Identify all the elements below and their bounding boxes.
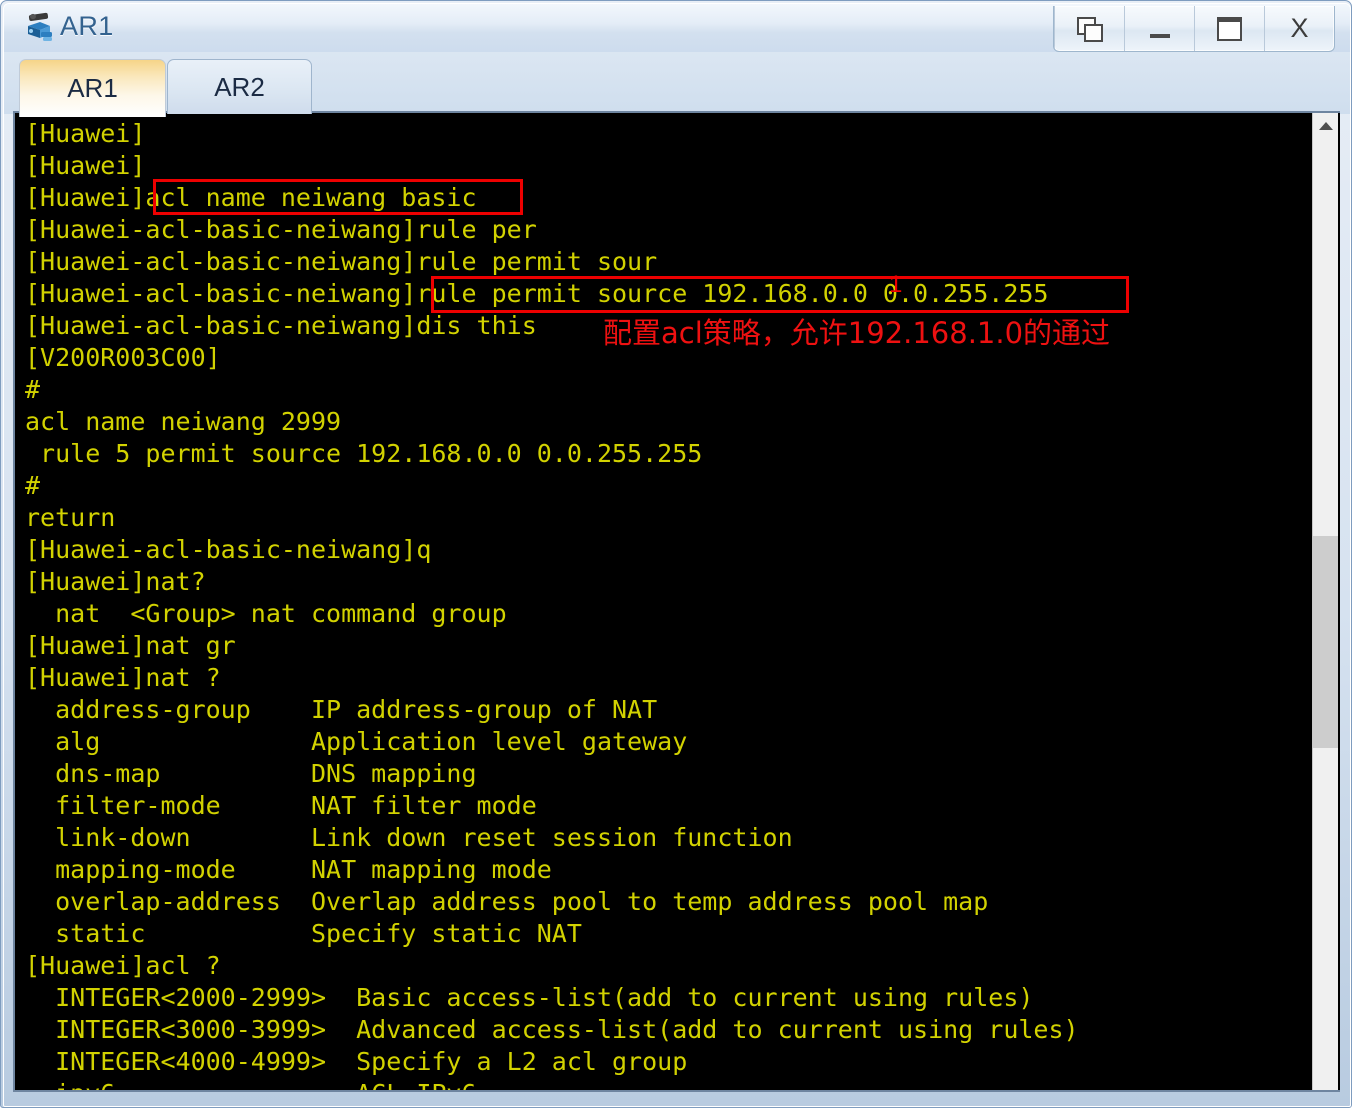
terminal-line: nat <Group> nat command group	[25, 599, 507, 628]
maximize-icon	[1217, 16, 1242, 41]
close-icon: X	[1290, 13, 1309, 43]
terminal-line: mapping-mode NAT mapping mode	[25, 855, 552, 884]
router-icon	[28, 12, 52, 41]
terminal-line: INTEGER<2000-2999> Basic access-list(add…	[25, 983, 1034, 1012]
terminal-frame: [Huawei] [Huawei] [Huawei]acl name neiwang…	[13, 111, 1340, 1092]
title-bar: AR1 X	[4, 4, 1350, 52]
terminal-line: return	[25, 503, 116, 532]
terminal-line: address-group IP address-group of NAT	[25, 695, 658, 724]
terminal-line: [Huawei]nat ?	[25, 663, 221, 692]
terminal-line: dns-map DNS mapping	[25, 759, 477, 788]
minimize-button[interactable]	[1125, 6, 1195, 51]
tab-ar2-label: AR2	[214, 71, 265, 102]
tab-ar1[interactable]: AR1	[19, 59, 166, 117]
terminal-line: ipv6 ACL IPv6	[25, 1078, 1079, 1090]
terminal-line: [Huawei-acl-basic-neiwang]rule permit so…	[25, 279, 1049, 308]
tab-ar1-label: AR1	[67, 73, 118, 103]
terminal-scrollbar[interactable]	[1312, 113, 1338, 1090]
scroll-up-arrow-icon	[1318, 122, 1333, 130]
window-title: AR1	[60, 11, 114, 41]
minimize-icon	[1149, 33, 1170, 38]
terminal-line: INTEGER<4000-4999> Specify a L2 acl grou…	[25, 1047, 688, 1076]
maximize-button[interactable]	[1195, 6, 1265, 51]
terminal-line: [Huawei]	[25, 151, 146, 180]
annotation-marker-1: 1	[889, 271, 903, 298]
terminal-line: [Huawei-acl-basic-neiwang]rule permit so…	[25, 247, 658, 276]
annotation-note: 配置acl策略，允许192.168.1.0的通过	[603, 316, 1111, 350]
tab-strip: AR1 AR2	[4, 52, 1350, 117]
terminal-window: AR1 X AR1 AR2 [Huawei] [Huawei] [Huawei]…	[0, 0, 1352, 1108]
terminal-line: [Huawei-acl-basic-neiwang]q	[25, 535, 432, 564]
terminal-line: [Huawei]nat gr	[25, 631, 236, 660]
close-button[interactable]: X	[1265, 6, 1334, 51]
terminal-line: #	[25, 375, 41, 404]
terminal-output[interactable]: [Huawei] [Huawei] [Huawei]acl name neiwang…	[15, 113, 1301, 1090]
terminal-line: filter-mode NAT filter mode	[25, 791, 537, 820]
scroll-up-button[interactable]	[1313, 113, 1338, 139]
terminal-line: [Huawei]	[25, 119, 146, 148]
terminal-line: [Huawei]acl ?	[25, 951, 221, 980]
terminal-line: static Specify static NAT	[25, 919, 582, 948]
restore-icon	[1076, 16, 1103, 42]
terminal-line: #	[25, 471, 41, 500]
terminal-line: link-down Link down reset session functi…	[25, 823, 793, 852]
terminal-line: INTEGER<3000-3999> Advanced access-list(…	[25, 1015, 1079, 1044]
terminal-line: [Huawei-acl-basic-neiwang]rule per	[25, 215, 537, 244]
terminal-line: [Huawei]nat?	[25, 567, 206, 596]
terminal-line: overlap-address Overlap address pool to …	[25, 887, 989, 916]
scroll-thumb[interactable]	[1313, 536, 1338, 748]
terminal-text: [Huawei] [Huawei] [Huawei]acl name neiwang…	[25, 118, 1079, 1090]
terminal-line: acl name neiwang 2999	[25, 407, 342, 436]
restore-button[interactable]	[1054, 6, 1125, 51]
tab-ar2[interactable]: AR2	[167, 59, 312, 114]
window-controls: X	[1053, 6, 1335, 52]
terminal-line: [Huawei]acl name neiwang basic	[25, 183, 477, 212]
terminal-line: rule 5 permit source 192.168.0.0 0.0.255…	[25, 439, 703, 468]
terminal-line: alg Application level gateway	[25, 727, 688, 756]
